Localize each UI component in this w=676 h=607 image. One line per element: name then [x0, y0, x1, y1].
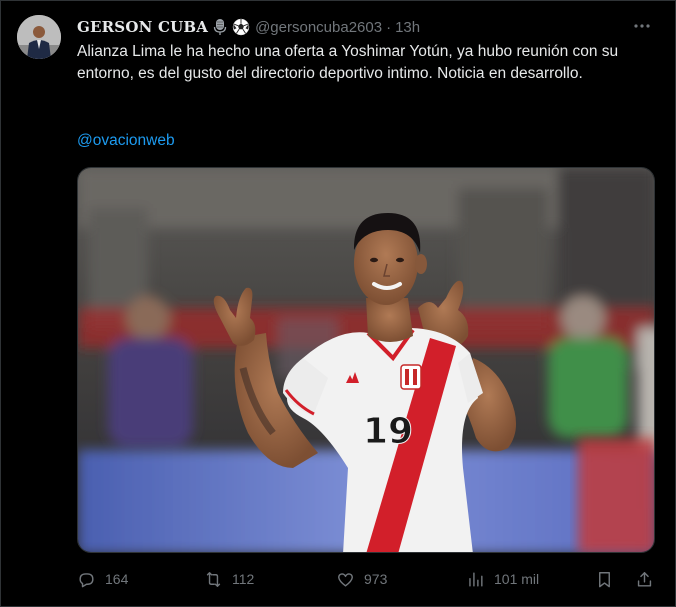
repost-button[interactable]: 112 — [204, 567, 254, 591]
timestamp[interactable]: 13h — [395, 19, 420, 36]
photo-player-celebrating: 19 — [78, 168, 654, 552]
heart-icon — [338, 572, 353, 587]
jersey-number: 19 — [363, 411, 413, 452]
analytics-icon — [469, 571, 483, 587]
views-count: 101 mil — [494, 571, 540, 587]
mention-link[interactable]: @ovacionweb — [77, 132, 175, 150]
views-button[interactable]: 101 mil — [466, 567, 539, 591]
tweet-header: GERSON CUBA @gersoncuba2603 · 13h — [77, 15, 420, 39]
tweet-photo[interactable]: 19 — [77, 167, 655, 553]
like-count: 973 — [364, 571, 388, 587]
avatar[interactable] — [17, 15, 61, 59]
more-options-button[interactable] — [631, 15, 653, 37]
separator-dot: · — [386, 18, 392, 36]
share-icon — [637, 571, 652, 587]
share-button[interactable] — [635, 567, 654, 591]
tweet-text: Alianza Lima le ha hecho una oferta a Yo… — [77, 43, 619, 82]
tweet-card: GERSON CUBA @gersoncuba2603 · 13h Alianz… — [0, 0, 676, 607]
repost-count: 112 — [232, 571, 255, 587]
reply-button[interactable]: 164 — [77, 567, 128, 591]
bookmark-button[interactable] — [595, 567, 614, 591]
display-name[interactable]: GERSON CUBA — [77, 18, 208, 36]
avatar-image — [17, 15, 61, 59]
reply-count: 164 — [105, 571, 129, 587]
reply-icon — [79, 572, 94, 587]
like-button[interactable]: 973 — [336, 567, 387, 591]
more-dots-icon — [634, 24, 650, 28]
repost-icon — [206, 571, 221, 587]
bookmark-icon — [599, 571, 610, 587]
microphone-icon — [212, 18, 228, 36]
soccer-ball-icon — [232, 18, 250, 36]
action-bar: 164 112 973 101 mil — [77, 567, 659, 591]
user-handle[interactable]: @gersoncuba2603 — [255, 19, 382, 36]
